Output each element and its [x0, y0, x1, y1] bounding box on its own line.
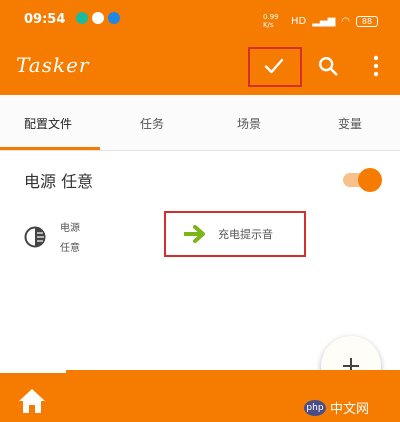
toggle-thumb: [358, 168, 382, 192]
more-options-button[interactable]: [361, 51, 391, 81]
watermark-badge: php: [304, 399, 326, 416]
home-button[interactable]: [16, 385, 48, 417]
network-speed: 0.99 K/s: [262, 13, 279, 29]
confirm-button[interactable]: [259, 51, 289, 81]
status-time: 09:54: [24, 12, 66, 27]
profile-context[interactable]: 电源 任意: [18, 214, 98, 262]
tab-profiles[interactable]: 配置文件: [24, 115, 72, 132]
tab-scenes[interactable]: 场景: [237, 115, 261, 132]
home-icon: [19, 389, 45, 413]
context-label-line1: 电源: [60, 223, 80, 234]
profile-toggle[interactable]: [343, 167, 382, 193]
notification-app-icon: [108, 12, 120, 24]
signal-icon: ▂▄▆: [312, 15, 336, 27]
battery-level: 88: [361, 16, 373, 26]
more-vert-icon: [373, 55, 379, 77]
battery-icon: 88: [356, 15, 378, 27]
notification-icons: [76, 12, 120, 24]
network-type: HD: [290, 15, 307, 27]
profile-title: 电源 任意: [24, 172, 94, 191]
bottom-indicator: [0, 370, 66, 373]
notification-app-icon: [92, 12, 104, 24]
power-context-icon: [24, 226, 46, 248]
active-tab-indicator: [0, 147, 100, 150]
search-icon: [319, 57, 338, 76]
app-title: Tasker: [16, 53, 90, 77]
profile-header[interactable]: 电源 任意: [0, 159, 400, 201]
tab-tasks[interactable]: 任务: [140, 115, 164, 132]
task-name: 充电提示音: [218, 228, 273, 241]
status-right: 0.99 K/s HD ▂▄▆ ◠ 88: [263, 13, 378, 29]
app-bar: Tasker: [0, 33, 400, 95]
check-icon: [264, 58, 284, 74]
tab-strip: 配置文件 任务 场景 变量: [0, 95, 400, 151]
tab-variables[interactable]: 变量: [338, 115, 362, 132]
status-bar: 09:54 0.99 K/s HD ▂▄▆ ◠ 88: [0, 0, 400, 33]
search-button[interactable]: [313, 51, 343, 81]
context-label-line2: 任意: [60, 243, 80, 254]
notification-app-icon: [76, 12, 88, 24]
arrow-right-icon: [184, 225, 205, 243]
watermark: php 中文网: [304, 398, 369, 417]
wifi-icon: ◠: [341, 15, 350, 27]
watermark-text: 中文网: [330, 402, 370, 417]
entry-task[interactable]: 充电提示音: [164, 211, 306, 257]
